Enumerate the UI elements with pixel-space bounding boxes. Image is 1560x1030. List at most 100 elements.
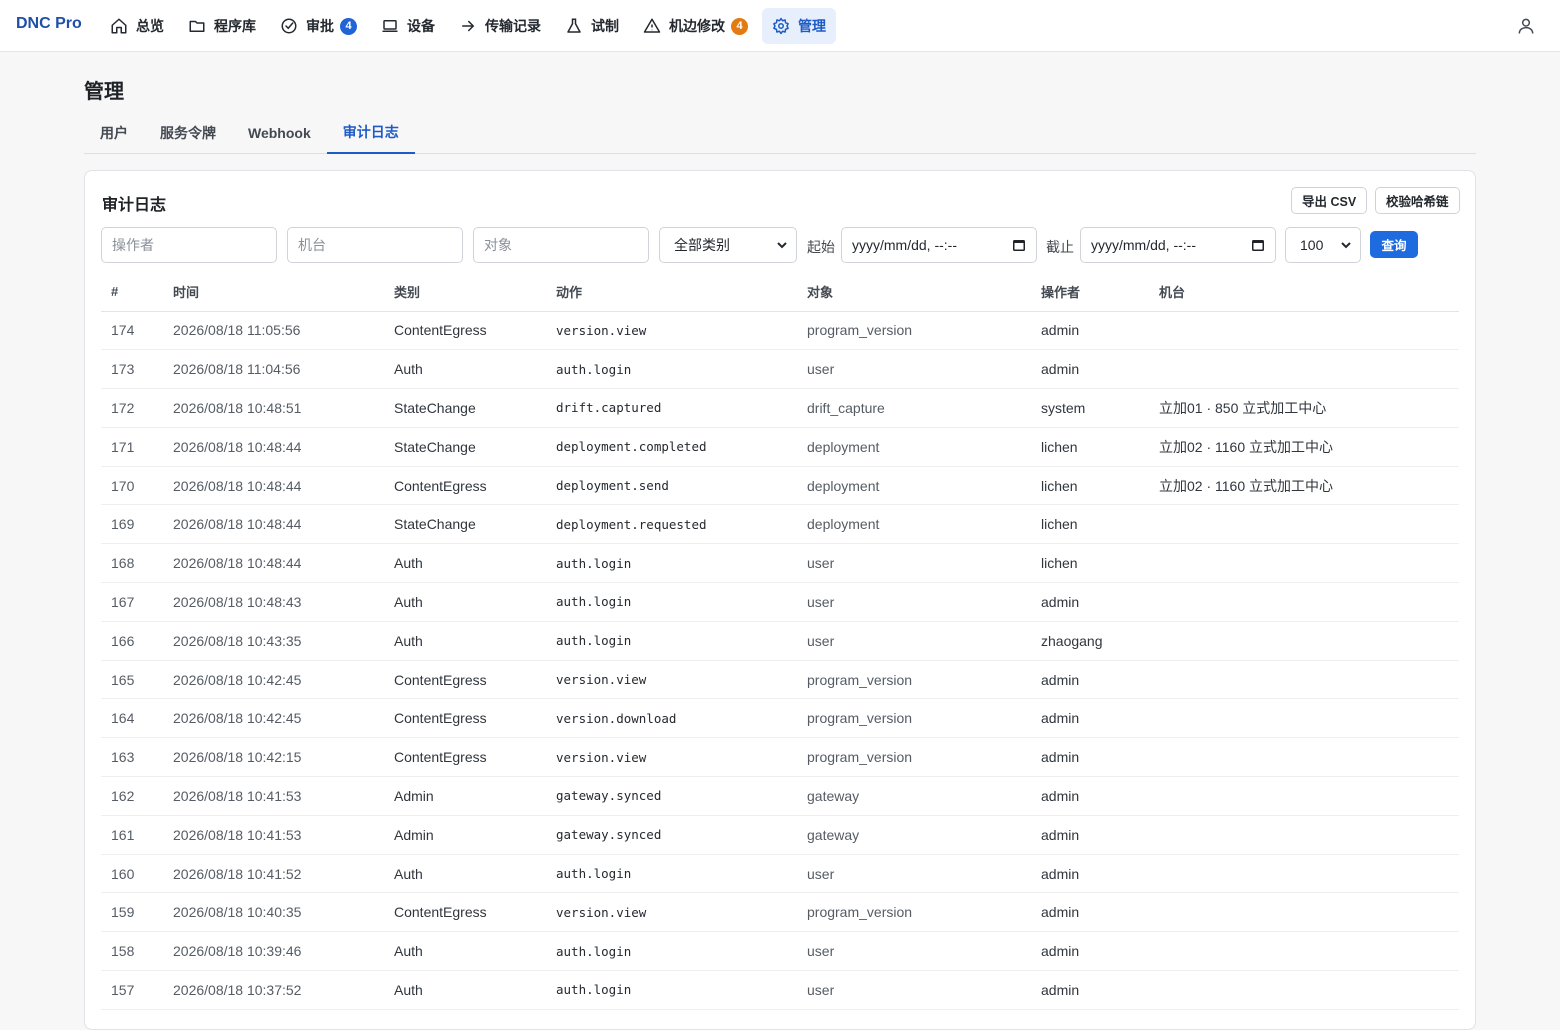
row-category: StateChange	[384, 388, 546, 428]
row-machine	[1149, 660, 1459, 700]
export-csv-button[interactable]: 导出 CSV	[1291, 187, 1368, 214]
row-id: 157	[101, 970, 163, 1010]
table-row[interactable]: 168 2026/08/18 10:48:44 Auth auth.login user…	[101, 543, 1459, 584]
tab-webhook[interactable]: Webhook	[232, 112, 327, 154]
row-action: deployment.completed	[546, 427, 797, 467]
flask-icon	[567, 18, 581, 33]
table-row[interactable]: 165 2026/08/18 10:42:45 ContentEgress versi…	[101, 660, 1459, 700]
tab-service-tokens[interactable]: 服务令牌	[144, 112, 232, 154]
table-row[interactable]: 169 2026/08/18 10:48:44 StateChange deploym…	[101, 504, 1459, 545]
row-time: 2026/08/18 10:41:52	[163, 854, 384, 894]
row-operator: admin	[1031, 892, 1149, 933]
table-row[interactable]: 164 2026/08/18 10:42:45 ContentEgress versi…	[101, 698, 1459, 739]
verify-hash-chain-button[interactable]: 校验哈希链	[1375, 187, 1460, 214]
row-time: 2026/08/18 10:48:51	[163, 388, 384, 428]
row-action: version.view	[546, 311, 797, 351]
category-select[interactable]: 全部类别	[659, 227, 797, 263]
row-object: user	[797, 582, 1031, 622]
row-action: drift.captured	[546, 388, 797, 428]
nav-item-label: 程序库	[214, 18, 256, 34]
row-category: Auth	[384, 543, 546, 584]
row-operator: admin	[1031, 582, 1149, 622]
calendar-icon[interactable]	[1251, 238, 1265, 252]
calendar-icon[interactable]	[1012, 238, 1026, 252]
row-time: 2026/08/18 10:37:52	[163, 970, 384, 1010]
table-row[interactable]: 174 2026/08/18 11:05:56 ContentEgress versi…	[101, 311, 1459, 351]
brand-logo[interactable]: DNC Pro	[16, 15, 82, 33]
row-object: program_version	[797, 892, 1031, 933]
row-time: 2026/08/18 10:48:44	[163, 504, 384, 545]
table-row[interactable]: 162 2026/08/18 10:41:53 Admin gateway.synce…	[101, 776, 1459, 816]
row-id: 163	[101, 737, 163, 778]
user-icon[interactable]	[1516, 16, 1536, 36]
chevron-down-icon	[777, 242, 787, 249]
nav-item-programs[interactable]: 程序库	[178, 8, 266, 44]
table-row[interactable]: 159 2026/08/18 10:40:35 ContentEgress versi…	[101, 892, 1459, 933]
query-button[interactable]: 查询	[1370, 231, 1418, 258]
table-row[interactable]: 161 2026/08/18 10:41:53 Admin gateway.synce…	[101, 815, 1459, 855]
nav-item-transfers[interactable]: 传输记录	[449, 8, 551, 44]
tab-audit-log[interactable]: 审计日志	[326, 112, 415, 154]
nav-item-overview[interactable]: 总览	[100, 8, 174, 44]
end-label: 截止	[1046, 239, 1074, 255]
nav-item-label: 总览	[136, 18, 164, 34]
row-category: ContentEgress	[384, 892, 546, 933]
nav-item-label: 设备	[407, 18, 435, 34]
row-object: user	[797, 970, 1031, 1010]
row-category: ContentEgress	[384, 311, 546, 351]
table-row[interactable]: 163 2026/08/18 10:42:15 ContentEgress versi…	[101, 737, 1459, 778]
row-category: Auth	[384, 621, 546, 661]
end-datetime-input[interactable]: yyyy/mm/dd, --:--	[1080, 227, 1276, 263]
row-object: user	[797, 931, 1031, 972]
object-input[interactable]	[473, 227, 649, 263]
row-id: 160	[101, 854, 163, 894]
column-header-action: 动作	[546, 273, 797, 312]
nav-item-label: 传输记录	[485, 18, 541, 34]
nav-item-admin[interactable]: 管理	[762, 8, 836, 44]
row-machine	[1149, 621, 1459, 661]
table-row[interactable]: 166 2026/08/18 10:43:35 Auth auth.login user…	[101, 621, 1459, 661]
machine-input[interactable]	[287, 227, 463, 263]
tab-users[interactable]: 用户	[84, 112, 144, 154]
row-machine	[1149, 543, 1459, 584]
row-operator: zhaogang	[1031, 621, 1149, 661]
row-machine	[1149, 931, 1459, 972]
row-time: 2026/08/18 10:42:45	[163, 660, 384, 700]
row-time: 2026/08/18 10:48:44	[163, 466, 384, 506]
card-title: 审计日志	[102, 197, 167, 214]
row-id: 159	[101, 892, 163, 933]
nav-item-approval[interactable]: 审批 4	[270, 8, 367, 44]
row-object: deployment	[797, 427, 1031, 467]
table-row[interactable]: 171 2026/08/18 10:48:44 StateChange deploym…	[101, 427, 1459, 467]
row-operator: admin	[1031, 311, 1149, 351]
table-row[interactable]: 172 2026/08/18 10:48:51 StateChange drift.c…	[101, 388, 1459, 428]
table-row[interactable]: 157 2026/08/18 10:37:52 Auth auth.login user…	[101, 970, 1459, 1010]
nav-item-label: 机边修改	[669, 18, 725, 34]
table-row[interactable]: 160 2026/08/18 10:41:52 Auth auth.login user…	[101, 854, 1459, 894]
nav-item-edge-edits[interactable]: 机边修改 4	[633, 8, 758, 44]
row-machine	[1149, 815, 1459, 855]
row-machine	[1149, 776, 1459, 816]
chevron-down-icon	[1341, 242, 1351, 249]
page-title: 管理	[84, 81, 124, 103]
row-machine	[1149, 582, 1459, 622]
start-datetime-input[interactable]: yyyy/mm/dd, --:--	[841, 227, 1037, 263]
table-header-row: # 时间 类别 动作 对象 操作者 机台	[101, 273, 1459, 312]
nav-item-devices[interactable]: 设备	[371, 8, 445, 44]
nav-item-label: 试制	[591, 18, 619, 34]
row-action: version.view	[546, 737, 797, 778]
row-category: ContentEgress	[384, 737, 546, 778]
nav-item-trial[interactable]: 试制	[555, 8, 629, 44]
row-category: Auth	[384, 349, 546, 390]
arrow-right-icon	[462, 20, 475, 32]
table-row[interactable]: 158 2026/08/18 10:39:46 Auth auth.login user…	[101, 931, 1459, 972]
nav-item-label: 管理	[798, 18, 826, 34]
table-row[interactable]: 170 2026/08/18 10:48:44 ContentEgress deplo…	[101, 466, 1459, 506]
limit-select[interactable]: 100	[1285, 227, 1361, 263]
row-operator: admin	[1031, 698, 1149, 739]
row-object: program_version	[797, 660, 1031, 700]
table-row[interactable]: 167 2026/08/18 10:48:43 Auth auth.login user…	[101, 582, 1459, 622]
operator-input[interactable]	[101, 227, 277, 263]
table-row[interactable]: 173 2026/08/18 11:04:56 Auth auth.login user…	[101, 349, 1459, 390]
row-time: 2026/08/18 10:48:43	[163, 582, 384, 622]
